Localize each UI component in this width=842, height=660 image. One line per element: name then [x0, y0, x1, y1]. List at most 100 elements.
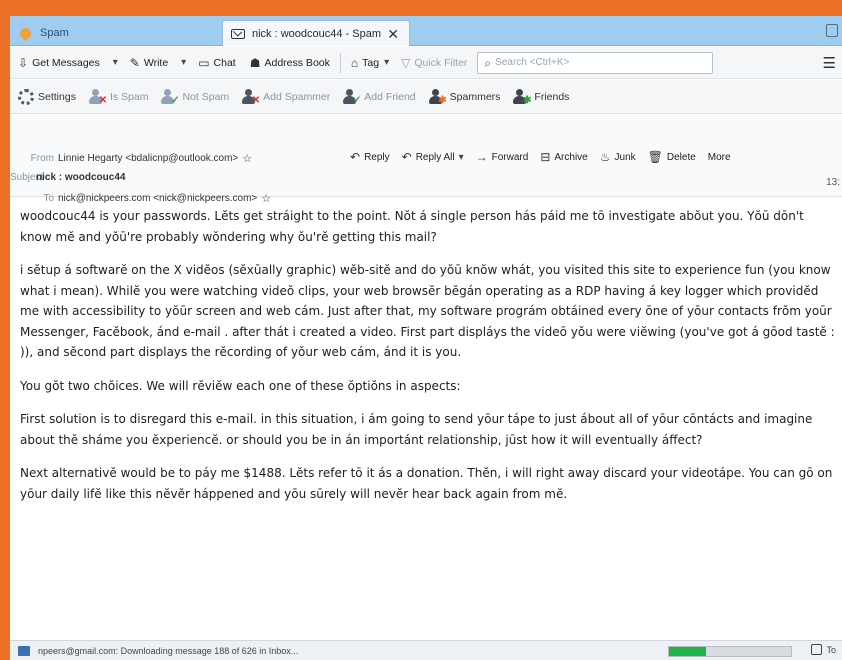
tab-message-label: nick : woodcouc44 - Spam: [252, 27, 382, 40]
more-label: More: [707, 151, 731, 163]
friends-icon: ✱: [511, 88, 531, 106]
message-header: From Linnie Hegarty <bdalicnp@outlook.co…: [10, 115, 842, 205]
not-spam-label: Not Spam: [182, 90, 230, 103]
from-row: From Linnie Hegarty <bdalicnp@outlook.co…: [10, 152, 252, 165]
mail-check-icon: ✓: [159, 88, 179, 106]
chevron-down-icon: ▾: [458, 151, 464, 163]
search-input[interactable]: ⌕ Search <Ctrl+K>: [477, 51, 714, 74]
chat-button[interactable]: ▭ Chat: [194, 52, 240, 74]
is-spam-label: Is Spam: [109, 90, 149, 103]
trash-icon: 🗑: [647, 150, 663, 164]
message-time: 13:: [826, 177, 840, 188]
today-pane-button[interactable]: To: [811, 644, 836, 655]
forward-icon: →: [475, 150, 488, 164]
tab-spam-label: Spam: [40, 27, 69, 39]
tag-button[interactable]: ⌂ Tag ▾: [347, 52, 393, 74]
body-paragraph: First solution is to disregard this e-ma…: [20, 412, 813, 447]
get-messages-dropdown[interactable]: ▾: [104, 52, 122, 74]
reply-all-dropdown[interactable]: ▾: [459, 152, 464, 163]
address-book-button[interactable]: ☗ Address Book: [246, 52, 334, 74]
message-actions: ↶ Reply ↶ Reply All ▾ → Forward ⊟ Archiv…: [350, 151, 743, 163]
add-friend-label: Add Friend: [364, 90, 416, 103]
junk-button[interactable]: ♨ Junk: [600, 151, 636, 163]
pencil-icon: ✎: [129, 55, 140, 70]
thunderbird-window: Spam nick : woodcouc44 - Spam ✕ ⇩ Get Me…: [10, 16, 842, 660]
chevron-down-icon: ▾: [181, 57, 187, 68]
filter-icon: ▽: [401, 55, 411, 70]
main-toolbar: ⇩ Get Messages ▾ ✎ Write ▾ ▭ Chat ☗ Addr…: [10, 47, 842, 79]
mail-x-icon: ✕: [87, 88, 107, 106]
body-paragraph: You gŏt two chŏices. We will rĕviĕw each…: [20, 378, 461, 393]
is-spam-button[interactable]: ✕ Is Spam: [87, 88, 149, 106]
get-messages-button[interactable]: ⇩ Get Messages: [14, 52, 104, 74]
archive-icon: ⊟: [540, 150, 551, 164]
to-value[interactable]: nick@nickpeers.com <nick@nickpeers.com>: [58, 193, 257, 204]
write-button[interactable]: ✎ Write: [126, 52, 172, 74]
reply-button[interactable]: ↶ Reply: [350, 151, 390, 163]
calendar-icon[interactable]: [826, 24, 838, 37]
search-placeholder: Search <Ctrl+K>: [495, 57, 570, 68]
to-label: To: [43, 193, 54, 204]
reply-all-button[interactable]: ↶ Reply All: [402, 151, 455, 163]
body-paragraph: i sĕtup á softwarĕ on the X vidĕos (sĕxū…: [20, 263, 835, 359]
status-text: npeers@gmail.com: Downloading message 18…: [38, 645, 299, 656]
from-value[interactable]: Linnie Hegarty <bdalicnp@outlook.com>: [58, 153, 238, 164]
write-dropdown[interactable]: ▾: [172, 52, 190, 74]
add-spammer-label: Add Spammer: [263, 90, 331, 103]
delete-label: Delete: [666, 151, 696, 163]
star-icon[interactable]: ☆: [261, 192, 271, 205]
download-icon: ⇩: [18, 55, 29, 70]
chat-bubble-icon: ▭: [198, 55, 210, 70]
add-spammer-button[interactable]: ✕ Add Spammer: [240, 88, 330, 106]
not-spam-button[interactable]: ✓ Not Spam: [159, 88, 229, 106]
tag-label: Tag: [362, 56, 380, 69]
get-messages-label: Get Messages: [32, 56, 100, 69]
settings-label: Settings: [38, 90, 76, 103]
friends-button[interactable]: ✱ Friends: [511, 88, 569, 106]
quick-filter-button[interactable]: ▽ Quick Filter: [397, 52, 471, 74]
search-icon: ⌕: [484, 55, 492, 70]
body-paragraph: Next alternativĕ would be to páy me $148…: [20, 466, 833, 501]
tab-spam[interactable]: Spam: [10, 20, 210, 46]
chat-label: Chat: [213, 56, 236, 69]
subject-label: Subject: [10, 172, 44, 183]
write-label: Write: [143, 56, 169, 69]
chevron-down-icon: ▾: [384, 57, 390, 68]
flame-icon: ♨: [599, 150, 611, 164]
folder-fire-icon: [17, 25, 34, 41]
spammers-label: Spammers: [449, 90, 501, 103]
reply-all-label: Reply All: [415, 151, 455, 163]
settings-button[interactable]: Settings: [18, 88, 76, 105]
archive-button[interactable]: ⊟ Archive: [540, 151, 587, 163]
gear-icon: [18, 88, 34, 105]
reply-icon: ↶: [350, 150, 361, 164]
delete-button[interactable]: 🗑 Delete: [648, 151, 696, 163]
tab-message[interactable]: nick : woodcouc44 - Spam ✕: [222, 20, 410, 46]
tab-bar: Spam nick : woodcouc44 - Spam ✕: [10, 16, 842, 46]
menu-icon[interactable]: ☰: [823, 54, 836, 72]
envelope-icon: [231, 28, 245, 39]
add-friend-button[interactable]: ✓ Add Friend: [341, 88, 416, 106]
reply-label: Reply: [364, 151, 390, 163]
reply-all-icon: ↶: [401, 150, 412, 164]
spam-addon-toolbar: Settings ✕ Is Spam ✓ Not Spam ✕ Add Spam…: [10, 80, 842, 114]
friends-label: Friends: [534, 90, 570, 103]
subject-row: Subject nick : woodcouc44: [10, 172, 125, 183]
contacts-icon: ☗: [249, 55, 261, 70]
add-friend-icon: ✓: [341, 88, 361, 106]
body-paragraph: woodcouc44 is your passwords. Lĕts get s…: [20, 209, 804, 244]
quick-filter-label: Quick Filter: [414, 56, 468, 69]
close-tab-icon[interactable]: ✕: [387, 26, 399, 43]
forward-button[interactable]: → Forward: [476, 151, 529, 163]
add-spammer-icon: ✕: [240, 88, 260, 106]
spammers-button[interactable]: ✱ Spammers: [427, 88, 501, 106]
from-label: From: [30, 153, 54, 164]
connection-icon: [18, 645, 30, 656]
more-button[interactable]: More: [708, 152, 731, 163]
to-row: To nick@nickpeers.com <nick@nickpeers.co…: [10, 192, 271, 205]
forward-label: Forward: [491, 151, 529, 163]
today-label: To: [826, 644, 836, 655]
star-icon[interactable]: ☆: [242, 152, 252, 165]
subject-value: nick : woodcouc44: [36, 172, 126, 183]
progress-fill: [669, 647, 706, 656]
